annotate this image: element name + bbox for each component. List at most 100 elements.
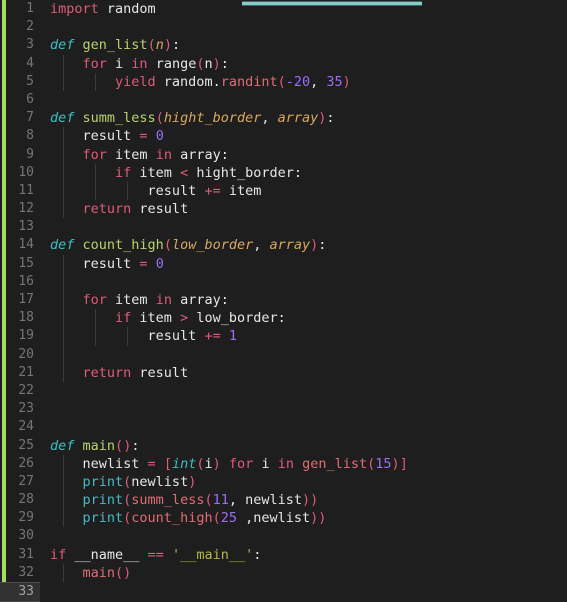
code-content-area[interactable]: 1 import random 2 3 def gen_list(n): 4 for i …: [0, 0, 567, 602]
line-number[interactable]: 21: [0, 364, 40, 382]
line-number[interactable]: 10: [0, 164, 40, 182]
code-line[interactable]: 5 yield random.randint(-20, 35): [0, 72, 567, 91]
code-line[interactable]: 15 result = 0: [0, 254, 567, 273]
code-line[interactable]: 16: [0, 272, 567, 291]
code-text[interactable]: def count_high(low_border, array):: [40, 236, 326, 254]
code-line[interactable]: 1 import random: [0, 0, 567, 18]
code-text[interactable]: print(summ_less(11, newlist)): [40, 491, 319, 509]
token-num: -20: [285, 73, 311, 90]
line-number[interactable]: 8: [0, 127, 40, 145]
code-text[interactable]: import random: [40, 0, 156, 18]
code-text[interactable]: def summ_less(hight_border, array):: [40, 109, 335, 127]
code-text[interactable]: if __name__ == '__main__':: [40, 546, 261, 564]
line-number[interactable]: 11: [0, 182, 40, 200]
code-text[interactable]: result = 0: [40, 127, 164, 145]
code-text[interactable]: def gen_list(n):: [40, 36, 180, 54]
code-line[interactable]: 17 for item in array:: [0, 291, 567, 310]
code-line[interactable]: 11 result += item: [0, 181, 567, 201]
line-number[interactable]: 31: [0, 546, 40, 564]
code-line[interactable]: 22: [0, 382, 567, 400]
code-line[interactable]: 21 return result: [0, 363, 567, 382]
code-text[interactable]: def main():: [40, 437, 139, 455]
code-line[interactable]: 25 def main():: [0, 437, 567, 455]
indent-guide: [63, 127, 64, 146]
code-line[interactable]: 26 newlist = [int(i) for i in gen_list(1…: [0, 454, 567, 473]
code-line[interactable]: 2: [0, 18, 567, 36]
line-number[interactable]: 17: [0, 291, 40, 309]
code-text[interactable]: result += 1: [40, 327, 237, 345]
code-line[interactable]: 6: [0, 91, 567, 109]
code-line[interactable]: 23: [0, 400, 567, 418]
code-line[interactable]: 9 for item in array:: [0, 145, 567, 164]
code-line[interactable]: 20: [0, 345, 567, 364]
code-text[interactable]: result = 0: [40, 255, 164, 273]
line-number[interactable]: 22: [0, 382, 40, 400]
line-number[interactable]: 4: [0, 55, 40, 73]
code-editor[interactable]: 1 import random 2 3 def gen_list(n): 4 for i …: [0, 0, 567, 602]
line-number[interactable]: 12: [0, 200, 40, 218]
line-number[interactable]: 3: [0, 36, 40, 54]
code-text[interactable]: for i in range(n):: [40, 55, 229, 73]
code-line[interactable]: 14 def count_high(low_border, array):: [0, 236, 567, 254]
code-line[interactable]: 10 if item < hight_border:: [0, 163, 567, 182]
line-number[interactable]: 16: [0, 273, 40, 291]
line-number[interactable]: 25: [0, 437, 40, 455]
code-text[interactable]: if item < hight_border:: [40, 164, 302, 182]
code-text[interactable]: for item in array:: [40, 291, 229, 309]
line-number[interactable]: 5: [0, 73, 40, 91]
token-call: summ_less: [131, 492, 205, 509]
line-number[interactable]: 28: [0, 491, 40, 509]
code-text[interactable]: main(): [40, 564, 132, 582]
line-number[interactable]: 7: [0, 109, 40, 127]
line-number[interactable]: 19: [0, 327, 40, 345]
code-line[interactable]: 12 return result: [0, 200, 567, 219]
code-text[interactable]: print(count_high(25 ,newlist)): [40, 509, 327, 527]
code-line[interactable]: 13: [0, 218, 567, 236]
line-number[interactable]: 18: [0, 309, 40, 327]
line-number[interactable]: 2: [0, 18, 40, 36]
line-number[interactable]: 32: [0, 564, 40, 582]
line-number[interactable]: 29: [0, 509, 40, 527]
code-line[interactable]: 4 for i in range(n):: [0, 54, 567, 73]
line-number[interactable]: 6: [0, 91, 40, 109]
code-text[interactable]: for item in array:: [40, 146, 229, 164]
code-line[interactable]: 7 def summ_less(hight_border, array):: [0, 109, 567, 127]
line-number[interactable]: 13: [0, 218, 40, 236]
indent-guide: [63, 454, 64, 473]
code-line[interactable]: 28 print(summ_less(11, newlist)): [0, 491, 567, 510]
code-line[interactable]: 29 print(count_high(25 ,newlist)): [0, 509, 567, 528]
line-number[interactable]: 9: [0, 146, 40, 164]
token-builtin: print: [82, 492, 124, 509]
code-line[interactable]: 30: [0, 527, 567, 545]
code-line[interactable]: 8 result = 0: [0, 127, 567, 146]
code-line[interactable]: 19 result += 1: [0, 327, 567, 346]
indent-guide: [63, 363, 64, 382]
code-line[interactable]: 3 def gen_list(n):: [0, 36, 567, 54]
token-kw: in: [155, 292, 172, 308]
line-number[interactable]: 1: [0, 0, 40, 18]
code-text[interactable]: yield random.randint(-20, 35): [40, 73, 351, 91]
code-text[interactable]: if item > low_border:: [40, 309, 286, 327]
line-number[interactable]: 27: [0, 473, 40, 491]
code-line[interactable]: 33: [0, 582, 567, 602]
code-line[interactable]: 32 main(): [0, 563, 567, 582]
token-kw: in: [277, 455, 294, 472]
code-text[interactable]: newlist = [int(i) for i in gen_list(15)]: [40, 455, 408, 473]
line-number[interactable]: 14: [0, 236, 40, 254]
line-number[interactable]: 20: [0, 346, 40, 364]
line-number[interactable]: 26: [0, 455, 40, 473]
line-number[interactable]: 33: [0, 582, 40, 602]
code-line[interactable]: 27 print(newlist): [0, 472, 567, 492]
code-line[interactable]: 24: [0, 418, 567, 436]
code-line[interactable]: 18 if item > low_border:: [0, 309, 567, 328]
line-number[interactable]: 23: [0, 400, 40, 418]
line-number[interactable]: 30: [0, 527, 40, 545]
line-number[interactable]: 24: [0, 418, 40, 436]
code-text[interactable]: result += item: [40, 182, 262, 200]
code-line[interactable]: 31 if __name__ == '__main__':: [0, 546, 567, 564]
line-number[interactable]: 15: [0, 255, 40, 273]
